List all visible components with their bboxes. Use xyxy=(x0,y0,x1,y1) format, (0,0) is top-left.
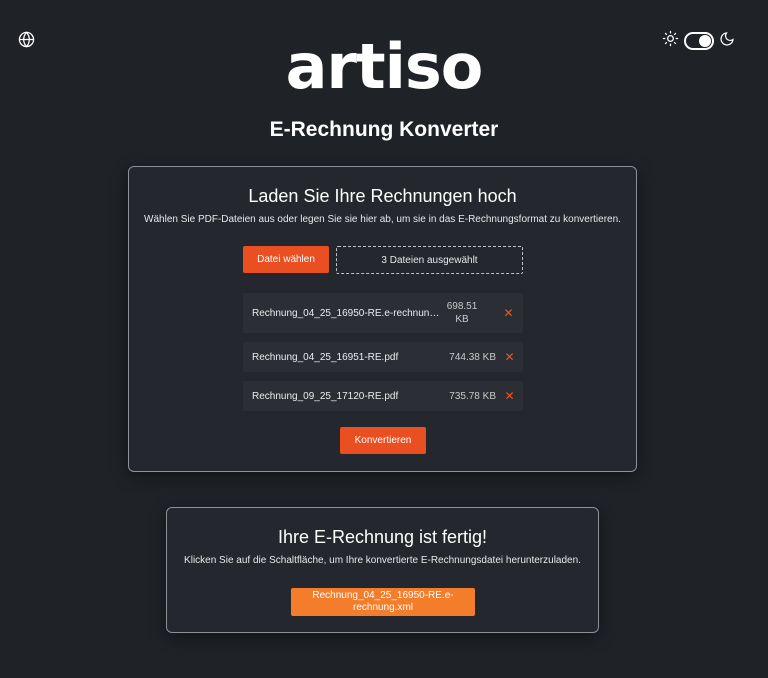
result-description: Klicken Sie auf die Schaltfläche, um Ihr… xyxy=(184,555,581,566)
result-card: Ihre E-Rechnung ist fertig! Klicken Sie … xyxy=(166,507,599,633)
page-title: E-Rechnung Konverter xyxy=(269,118,499,141)
file-size: 735.78 KB xyxy=(449,390,496,402)
file-picker: Datei wählen 3 Dateien ausgewählt xyxy=(243,246,523,274)
list-item: Rechnung_04_25_16951-RE.pdf 744.38 KB ✕ xyxy=(243,342,523,372)
file-size: 744.38 KB xyxy=(449,351,496,363)
remove-file-icon[interactable]: ✕ xyxy=(496,389,523,403)
remove-file-icon[interactable]: ✕ xyxy=(496,350,523,364)
file-name: Rechnung_04_25_16951-RE.pdf xyxy=(252,351,399,363)
file-size: 698.51 KB xyxy=(446,301,478,325)
artiso-logo: artiso xyxy=(285,30,484,103)
remove-file-icon[interactable]: ✕ xyxy=(495,306,522,320)
choose-file-button[interactable]: Datei wählen xyxy=(243,246,329,273)
file-list: Rechnung_04_25_16950-RE.e-rechnung.xml 6… xyxy=(243,293,523,420)
upload-description: Wählen Sie PDF-Dateien aus oder legen Si… xyxy=(144,214,621,225)
upload-heading: Laden Sie Ihre Rechnungen hoch xyxy=(248,186,517,206)
upload-card: Laden Sie Ihre Rechnungen hoch Wählen Si… xyxy=(128,166,637,472)
list-item: Rechnung_04_25_16950-RE.e-rechnung.xml 6… xyxy=(243,293,523,333)
list-item: Rechnung_09_25_17120-RE.pdf 735.78 KB ✕ xyxy=(243,381,523,411)
file-name: Rechnung_04_25_16950-RE.e-rechnung.xml xyxy=(252,307,441,319)
selected-files-dropzone[interactable]: 3 Dateien ausgewählt xyxy=(336,246,523,274)
result-heading: Ihre E-Rechnung ist fertig! xyxy=(277,527,488,547)
convert-button[interactable]: Konvertieren xyxy=(340,427,426,454)
file-name: Rechnung_09_25_17120-RE.pdf xyxy=(252,390,399,402)
download-button[interactable]: Rechnung_04_25_16950-RE.e-rechnung.xml xyxy=(291,588,475,616)
